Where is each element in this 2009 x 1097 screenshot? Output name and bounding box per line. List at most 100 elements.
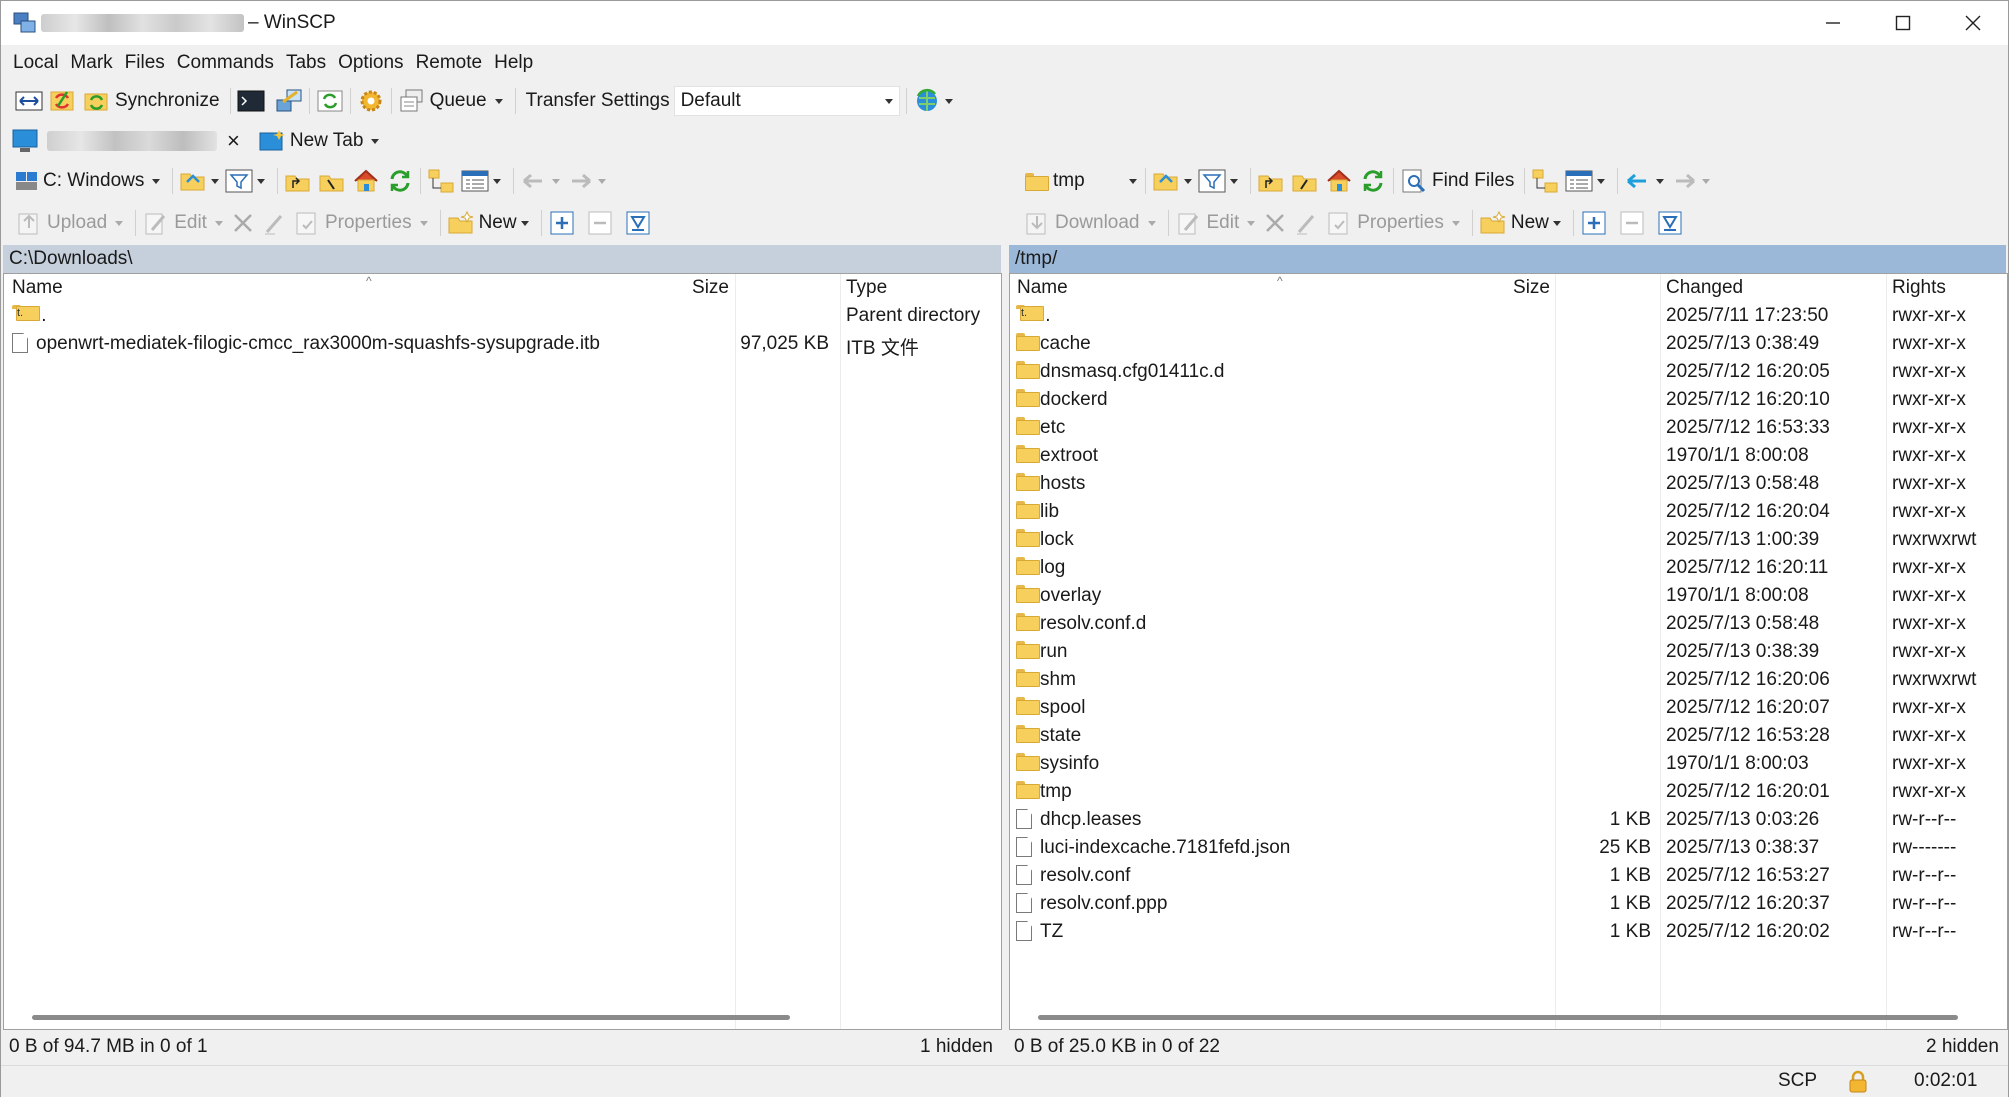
table-row[interactable]: dnsmasq.cfg01411c.d 2025/7/12 16:20:05 rwx… <box>1010 358 2007 386</box>
close-window-button[interactable] <box>1937 1 2009 45</box>
lock-icon[interactable] <box>1847 1070 1869 1094</box>
view-mode-button[interactable] <box>1565 168 1611 194</box>
maximize-button[interactable] <box>1867 1 1939 45</box>
unselect-files-minus-icon[interactable] <box>1618 210 1646 236</box>
local-file-list[interactable]: Name ^ Size Type ..Parent directory openw… <box>3 273 1002 1030</box>
parent-directory-icon[interactable] <box>284 168 312 194</box>
open-directory-button[interactable] <box>1152 168 1198 194</box>
new-tab-button[interactable]: New Tab <box>258 128 386 154</box>
rename-icon[interactable] <box>261 210 289 236</box>
menu-files[interactable]: Files <box>119 52 171 74</box>
minimize-button[interactable] <box>1797 1 1869 45</box>
edit-button[interactable]: Edit <box>142 210 229 236</box>
root-directory-icon[interactable] <box>1291 168 1319 194</box>
table-row[interactable]: lock 2025/7/13 1:00:39 rwxrwxrwt <box>1010 526 2007 554</box>
new-session-menu-button[interactable] <box>913 88 959 114</box>
table-row[interactable]: lib 2025/7/12 16:20:04 rwxr-xr-x <box>1010 498 2007 526</box>
new-button[interactable]: New <box>447 210 535 236</box>
tree-view-icon[interactable] <box>1531 168 1559 194</box>
table-row[interactable]: dhcp.leases 1 KB 2025/7/13 0:03:26 rw-r--r-… <box>1010 806 2007 834</box>
console-icon[interactable] <box>237 88 265 114</box>
home-directory-icon[interactable] <box>1325 168 1353 194</box>
column-type-header[interactable]: Type <box>846 277 887 299</box>
column-name-header[interactable]: Name <box>12 277 63 299</box>
open-directory-button[interactable] <box>179 168 225 194</box>
select-all-icon[interactable] <box>624 210 652 236</box>
table-row[interactable]: etc 2025/7/12 16:53:33 rwxr-xr-x <box>1010 414 2007 442</box>
parent-directory-icon[interactable] <box>1257 168 1285 194</box>
menu-options[interactable]: Options <box>332 52 409 74</box>
table-row[interactable]: state 2025/7/12 16:53:28 rwxr-xr-x <box>1010 722 2007 750</box>
menu-help[interactable]: Help <box>488 52 539 74</box>
column-rights-header[interactable]: Rights <box>1892 277 1946 299</box>
compare-directories-icon[interactable] <box>15 88 43 114</box>
column-size-header[interactable]: Size <box>1513 277 1550 299</box>
table-row[interactable]: resolv.conf.d 2025/7/13 0:58:48 rwxr-xr-x <box>1010 610 2007 638</box>
close-tab-icon[interactable]: × <box>227 128 240 154</box>
preferences-gear-icon[interactable] <box>357 88 385 114</box>
menu-mark[interactable]: Mark <box>64 52 118 74</box>
table-row[interactable]: hosts 2025/7/13 0:58:48 rwxr-xr-x <box>1010 470 2007 498</box>
putty-icon[interactable] <box>275 88 303 114</box>
filter-button[interactable] <box>225 168 271 194</box>
column-name-header[interactable]: Name <box>1017 277 1068 299</box>
select-all-icon[interactable] <box>1656 210 1684 236</box>
column-size-header[interactable]: Size <box>692 277 729 299</box>
menu-tabs[interactable]: Tabs <box>280 52 332 74</box>
refresh-icon[interactable] <box>386 168 414 194</box>
back-button[interactable] <box>1624 168 1670 194</box>
table-row[interactable]: dockerd 2025/7/12 16:20:10 rwxr-xr-x <box>1010 386 2007 414</box>
table-row[interactable]: run 2025/7/13 0:38:39 rwxr-xr-x <box>1010 638 2007 666</box>
remote-file-list[interactable]: Name ^ Size Changed Rights ..2025/7/11 1… <box>1009 273 2008 1030</box>
tree-view-icon[interactable] <box>427 168 455 194</box>
table-row[interactable]: resolv.conf.ppp 1 KB 2025/7/12 16:20:37 rw-… <box>1010 890 2007 918</box>
synchronize-browsing-icon[interactable] <box>49 88 77 114</box>
local-hidden-count[interactable]: 1 hidden <box>920 1036 993 1062</box>
table-row[interactable]: spool 2025/7/12 16:20:07 rwxr-xr-x <box>1010 694 2007 722</box>
table-row[interactable]: resolv.conf 1 KB 2025/7/12 16:53:27 rw-r--r… <box>1010 862 2007 890</box>
local-drive-select[interactable]: C: Windows <box>15 168 166 194</box>
remote-dir-select[interactable]: tmp <box>1023 166 1139 196</box>
queue-button[interactable]: Queue <box>398 88 509 114</box>
properties-button[interactable]: Properties <box>1325 210 1466 236</box>
table-row[interactable]: cache 2025/7/13 0:38:49 rwxr-xr-x <box>1010 330 2007 358</box>
remote-path-bar[interactable]: /tmp/ <box>1009 245 2006 273</box>
root-directory-icon[interactable] <box>318 168 346 194</box>
session-tab[interactable]: × <box>11 128 240 154</box>
table-row[interactable]: ..Parent directory <box>4 302 1001 330</box>
table-row[interactable]: overlay 1970/1/1 8:00:08 rwxr-xr-x <box>1010 582 2007 610</box>
remote-hidden-count[interactable]: 2 hidden <box>1926 1036 1999 1062</box>
back-button[interactable] <box>520 168 566 194</box>
refresh-icon[interactable] <box>1359 168 1387 194</box>
table-row[interactable]: extroot 1970/1/1 8:00:08 rwxr-xr-x <box>1010 442 2007 470</box>
download-button[interactable]: Download <box>1023 210 1162 236</box>
synchronize-button[interactable]: Synchronize <box>83 88 224 114</box>
select-files-plus-icon[interactable] <box>1580 210 1608 236</box>
new-button[interactable]: New <box>1479 210 1567 236</box>
menu-remote[interactable]: Remote <box>410 52 489 74</box>
table-row[interactable]: log 2025/7/12 16:20:11 rwxr-xr-x <box>1010 554 2007 582</box>
table-row[interactable]: openwrt-mediatek-filogic-cmcc_rax3000m-s… <box>4 330 1001 359</box>
home-directory-icon[interactable] <box>352 168 380 194</box>
upload-button[interactable]: Upload <box>15 210 129 236</box>
rename-icon[interactable] <box>1293 210 1321 236</box>
table-row[interactable]: luci-indexcache.7181fefd.json 25 KB 2025/7… <box>1010 834 2007 862</box>
table-row[interactable]: tmp 2025/7/12 16:20:01 rwxr-xr-x <box>1010 778 2007 806</box>
menu-commands[interactable]: Commands <box>171 52 280 74</box>
refresh-session-icon[interactable] <box>316 88 344 114</box>
table-row[interactable]: ..2025/7/11 17:23:50rwxr-xr-x <box>1010 302 2007 330</box>
properties-button[interactable]: Properties <box>293 210 434 236</box>
table-row[interactable]: sysinfo 1970/1/1 8:00:03 rwxr-xr-x <box>1010 750 2007 778</box>
delete-icon[interactable] <box>1261 210 1289 236</box>
forward-button[interactable] <box>1670 168 1716 194</box>
forward-button[interactable] <box>566 168 612 194</box>
edit-button[interactable]: Edit <box>1175 210 1262 236</box>
column-changed-header[interactable]: Changed <box>1666 277 1743 299</box>
remote-horizontal-scrollbar[interactable] <box>1038 1015 1958 1020</box>
table-row[interactable]: TZ 1 KB 2025/7/12 16:20:02 rw-r--r-- <box>1010 918 2007 946</box>
unselect-files-minus-icon[interactable] <box>586 210 614 236</box>
delete-icon[interactable] <box>229 210 257 236</box>
local-horizontal-scrollbar[interactable] <box>32 1015 790 1020</box>
menu-local[interactable]: Local <box>7 52 64 74</box>
view-mode-button[interactable] <box>461 168 507 194</box>
